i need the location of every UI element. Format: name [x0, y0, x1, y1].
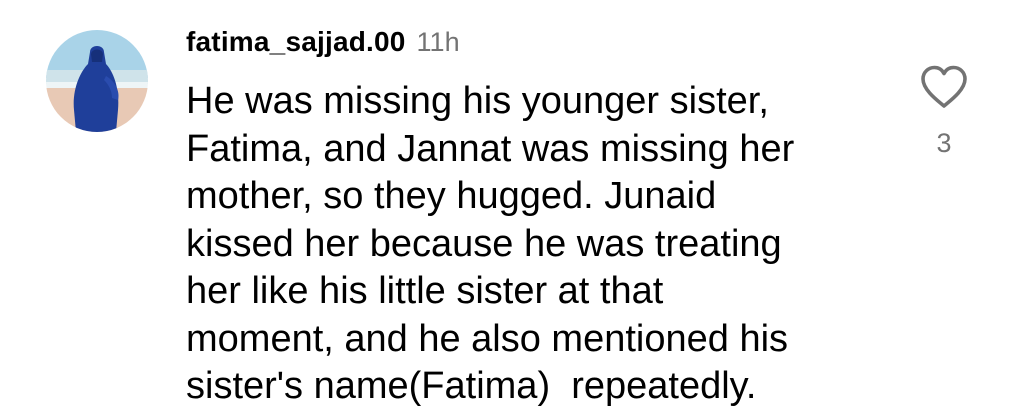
- like-section: 3: [914, 64, 974, 164]
- comment-line: He was missing his younger sister,: [186, 80, 769, 122]
- comment-line: mother, so they hugged. Junaid: [186, 175, 717, 217]
- like-button[interactable]: [919, 64, 969, 110]
- comment-item: fatima_sajjad.00 11h He was missing his …: [0, 0, 1024, 411]
- comment-line: kissed her because he was treating: [186, 222, 782, 265]
- comment-body: He was missing his younger sister, Fatim…: [186, 78, 886, 411]
- heart-outline-icon: [921, 65, 967, 108]
- comment-line: her like his little sister at that: [186, 270, 664, 312]
- comment-line: sister's name(Fatima) repeatedly.: [186, 365, 757, 407]
- comment-header: fatima_sajjad.00 11h: [186, 26, 460, 62]
- comment-timestamp: 11h: [416, 27, 460, 57]
- like-count: 3: [936, 128, 952, 158]
- comment-line: Fatima, and Jannat was missing her: [186, 127, 795, 170]
- avatar-photo: [46, 30, 148, 132]
- comment-line: moment, and he also mentioned his: [186, 317, 789, 360]
- username-link[interactable]: fatima_sajjad.00: [186, 26, 406, 58]
- avatar[interactable]: [46, 30, 148, 132]
